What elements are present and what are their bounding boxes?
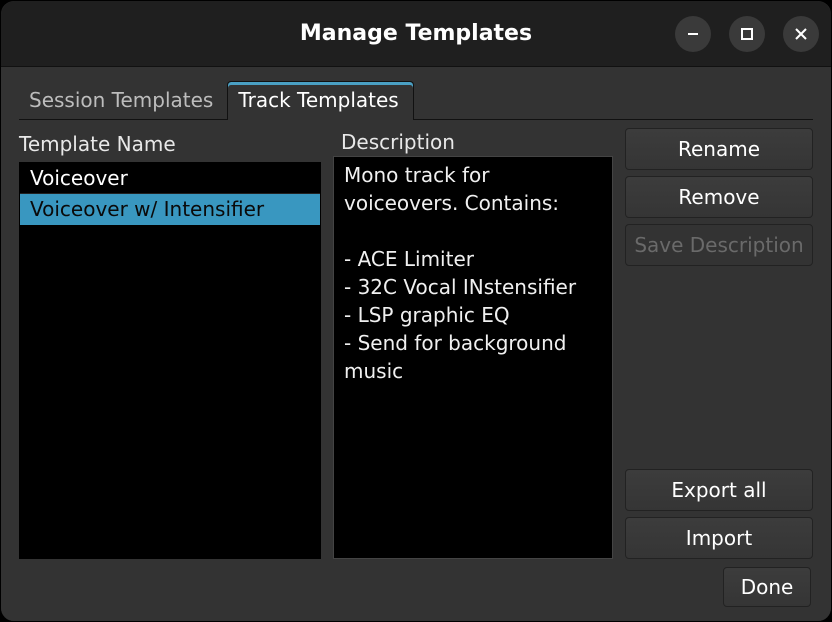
template-row-label: Voiceover	[30, 166, 128, 190]
import-button[interactable]: Import	[625, 517, 813, 559]
template-list[interactable]: Voiceover Voiceover w/ Intensifier	[19, 162, 321, 559]
button-label: Rename	[678, 137, 760, 161]
remove-button[interactable]: Remove	[625, 176, 813, 218]
minimize-button[interactable]	[675, 16, 711, 52]
description-textarea[interactable]: Mono track for voiceovers. Contains: - A…	[333, 156, 613, 559]
export-all-button[interactable]: Export all	[625, 469, 813, 511]
tab-track-templates[interactable]: Track Templates	[227, 81, 413, 120]
save-description-button: Save Description	[625, 224, 813, 266]
template-row-label: Voiceover w/ Intensifier	[30, 197, 264, 221]
close-icon	[794, 27, 808, 41]
top-button-group: Rename Remove Save Description	[625, 128, 813, 266]
rename-button[interactable]: Rename	[625, 128, 813, 170]
button-label: Remove	[678, 185, 759, 209]
panes: Template Name Voiceover Voiceover w/ Int…	[19, 120, 813, 559]
minimize-icon	[686, 27, 700, 41]
maximize-button[interactable]	[729, 16, 765, 52]
template-row[interactable]: Voiceover w/ Intensifier	[20, 194, 320, 225]
action-pane: Rename Remove Save Description Export al…	[625, 128, 813, 559]
button-label: Save Description	[634, 233, 803, 257]
titlebar-controls	[675, 1, 819, 66]
dialog-footer: Done	[19, 559, 813, 607]
done-button[interactable]: Done	[723, 567, 811, 607]
close-button[interactable]	[783, 16, 819, 52]
template-row[interactable]: Voiceover	[20, 163, 320, 194]
tab-label: Track Templates	[238, 88, 398, 112]
button-label: Import	[686, 526, 752, 550]
window-title: Manage Templates	[300, 21, 532, 46]
template-name-header: Template Name	[19, 128, 321, 162]
bottom-button-group: Export all Import	[625, 469, 813, 559]
manage-templates-window: Manage Templates Sessi	[0, 0, 832, 622]
description-pane: Description Mono track for voiceovers. C…	[333, 128, 613, 559]
content-area: Session Templates Track Templates Templa…	[1, 67, 831, 621]
tab-label: Session Templates	[29, 88, 213, 112]
description-label: Description	[333, 128, 613, 156]
titlebar: Manage Templates	[1, 1, 831, 67]
tab-bar: Session Templates Track Templates	[19, 81, 813, 120]
button-label: Done	[741, 575, 794, 599]
maximize-icon	[740, 27, 754, 41]
button-label: Export all	[671, 478, 766, 502]
tab-session-templates[interactable]: Session Templates	[19, 82, 227, 120]
template-list-pane: Template Name Voiceover Voiceover w/ Int…	[19, 128, 321, 559]
